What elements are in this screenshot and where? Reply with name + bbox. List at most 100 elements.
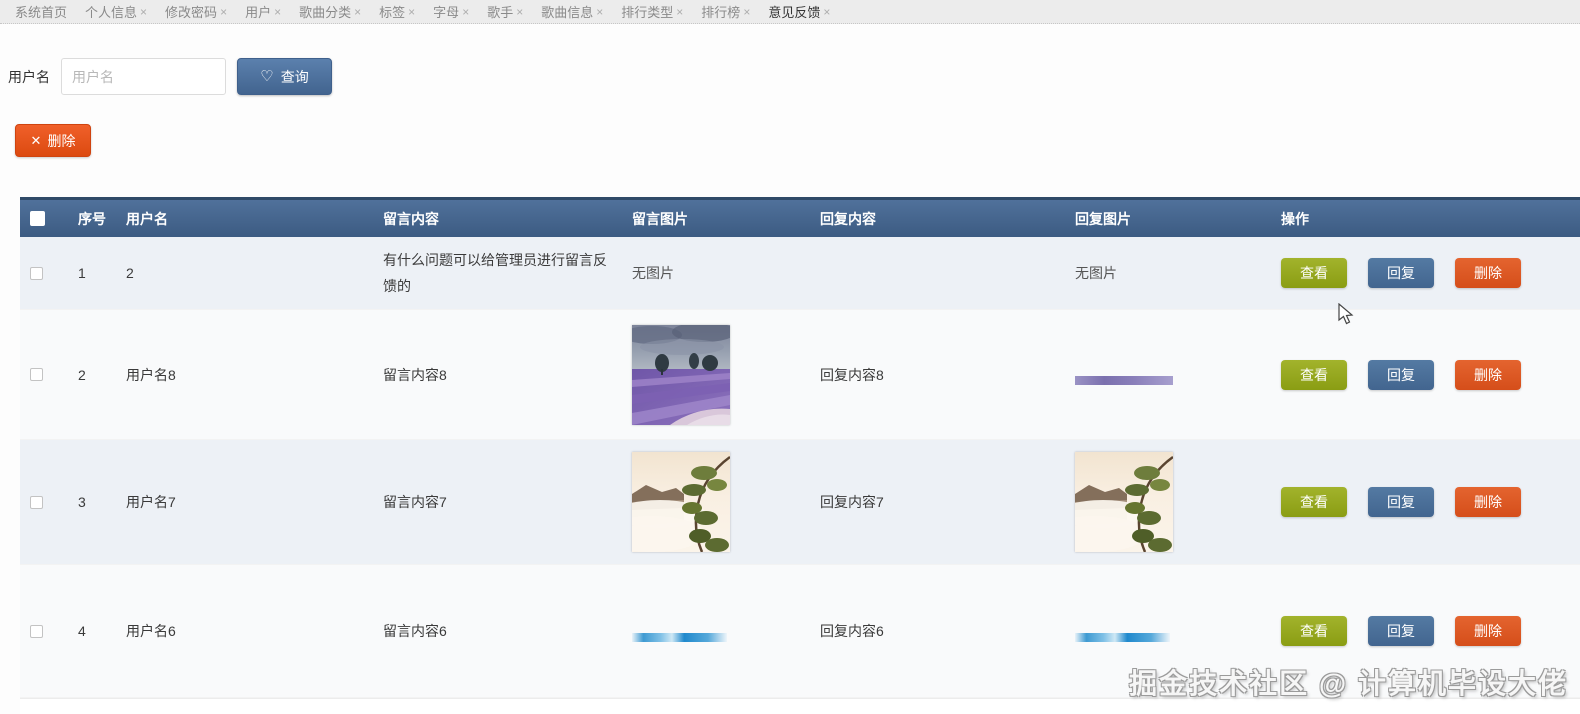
delete-row-button[interactable]: 删除: [1455, 359, 1521, 390]
no-image-text: 无图片: [1075, 265, 1117, 281]
tab-7[interactable]: 歌手 ×: [487, 2, 523, 21]
row-username: 用户名7: [126, 494, 176, 510]
row-operations: 查看 回复 删除: [1275, 359, 1580, 390]
search-form: 用户名 ♡ 查询: [8, 58, 1580, 95]
header-reply: 回复内容: [820, 210, 876, 227]
view-button[interactable]: 查看: [1281, 359, 1347, 390]
header-message-image: 留言图片: [632, 210, 688, 227]
row-reply: 回复内容8: [820, 366, 884, 383]
select-all-checkbox[interactable]: [30, 211, 45, 226]
row-checkbox[interactable]: [30, 266, 43, 280]
tab-3[interactable]: 用户 ×: [245, 2, 281, 21]
row-message-image-cell: 无图片: [632, 263, 820, 283]
heart-icon: ♡: [260, 68, 274, 85]
purple-strip-photo[interactable]: [1075, 376, 1173, 385]
tab-close-icon[interactable]: ×: [676, 5, 683, 19]
reply-button[interactable]: 回复: [1368, 359, 1434, 390]
mountain-pine-photo[interactable]: [1043, 452, 1174, 553]
table-row: 3 用户名7 留言内容7 回复内容7 查看 回复 删除: [20, 440, 1580, 565]
tab-8[interactable]: 歌曲信息 ×: [541, 2, 603, 21]
tab-close-icon[interactable]: ×: [408, 5, 415, 19]
tab-label: 修改密码: [165, 5, 218, 20]
tab-6[interactable]: 字母 ×: [433, 2, 469, 21]
tab-4[interactable]: 歌曲分类 ×: [299, 2, 361, 21]
bulk-delete-label: 删除: [47, 132, 76, 149]
tab-close-icon[interactable]: ×: [140, 5, 147, 19]
row-reply-image-cell: [1075, 621, 1275, 642]
row-checkbox[interactable]: [30, 624, 43, 638]
row-message-image-cell: [600, 452, 820, 553]
tab-label: 歌手: [487, 5, 514, 20]
row-message-image-cell: [632, 621, 820, 642]
tab-label: 排行榜: [701, 5, 741, 20]
reply-button[interactable]: 回复: [1368, 616, 1434, 646]
row-reply-image-cell: [1043, 452, 1275, 553]
reply-button[interactable]: 回复: [1368, 258, 1434, 288]
row-checkbox[interactable]: [30, 368, 43, 381]
bulk-delete-button[interactable]: ✕ 删除: [15, 124, 91, 157]
tab-label: 字母: [433, 5, 460, 20]
tab-11[interactable]: 意见反馈 ×: [768, 2, 830, 21]
tab-close-icon[interactable]: ×: [596, 5, 603, 19]
row-reply-image-cell: 无图片: [1075, 263, 1275, 283]
query-button[interactable]: ♡ 查询: [237, 58, 332, 95]
query-button-label: 查询: [280, 68, 309, 85]
row-reply-image-cell: [1075, 364, 1275, 385]
tab-label: 用户: [245, 5, 272, 20]
tab-10[interactable]: 排行榜 ×: [701, 2, 750, 21]
header-message: 留言内容: [383, 210, 439, 227]
table-row: 2 用户名8 留言内容8 回复内容8 查看 回复 删除: [20, 310, 1580, 440]
mountain-pine-photo[interactable]: [600, 452, 731, 553]
tab-close-icon[interactable]: ×: [354, 5, 361, 19]
delete-row-button[interactable]: 删除: [1455, 258, 1521, 288]
username-input[interactable]: [61, 58, 226, 95]
table-row: 1 2 有什么问题可以给管理员进行留言反馈的 无图片 无图片 查看 回复 删除: [20, 237, 1580, 310]
tab-close-icon[interactable]: ×: [274, 5, 281, 19]
sky-strip-photo[interactable]: [1075, 632, 1170, 642]
row-reply: 回复内容6: [820, 623, 884, 639]
tab-label: 歌曲信息: [541, 5, 594, 20]
tab-close-icon[interactable]: ×: [743, 5, 750, 19]
tab-close-icon[interactable]: ×: [516, 5, 523, 19]
tab-9[interactable]: 排行类型 ×: [621, 2, 683, 21]
lavender-field-photo[interactable]: [622, 321, 736, 425]
view-button[interactable]: 查看: [1281, 487, 1347, 517]
watermark-text: 掘金技术社区 @ 计算机毕设大佬: [1129, 668, 1568, 699]
row-message: 留言内容8: [383, 366, 447, 383]
tab-close-icon[interactable]: ×: [220, 5, 227, 19]
tab-label: 意见反馈: [768, 5, 821, 20]
sky-strip-photo[interactable]: [632, 632, 727, 642]
row-index: 3: [78, 494, 86, 510]
row-index: 1: [78, 265, 86, 281]
x-icon: ✕: [30, 133, 42, 148]
tab-label: 系统首页: [15, 5, 68, 20]
tab-close-icon[interactable]: ×: [462, 5, 469, 19]
row-reply: 回复内容7: [820, 494, 884, 510]
username-label: 用户名: [8, 68, 50, 85]
view-button[interactable]: 查看: [1281, 616, 1347, 646]
row-username: 2: [126, 265, 134, 281]
no-image-text: 无图片: [632, 265, 674, 281]
delete-row-button[interactable]: 删除: [1455, 616, 1521, 646]
tab-5[interactable]: 标签 ×: [379, 2, 415, 21]
header-index: 序号: [78, 210, 106, 227]
row-operations: 查看 回复 删除: [1275, 487, 1580, 517]
table-header: 序号 用户名 留言内容 留言图片 回复内容 回复图片 操作: [20, 197, 1580, 237]
table-body: 1 2 有什么问题可以给管理员进行留言反馈的 无图片 无图片 查看 回复 删除 …: [20, 237, 1580, 698]
header-operations: 操作: [1281, 210, 1309, 227]
header-username: 用户名: [126, 210, 168, 227]
header-reply-image: 回复图片: [1075, 210, 1131, 227]
row-message-image-cell: [622, 321, 820, 425]
view-button[interactable]: 查看: [1281, 258, 1347, 288]
delete-row-button[interactable]: 删除: [1455, 487, 1521, 517]
row-checkbox[interactable]: [30, 495, 43, 509]
tab-1[interactable]: 个人信息 ×: [85, 2, 147, 21]
feedback-table: 序号 用户名 留言内容 留言图片 回复内容 回复图片 操作 1 2 有什么问题可…: [20, 197, 1580, 714]
tab-2[interactable]: 修改密码 ×: [165, 2, 227, 21]
tab-0[interactable]: 系统首页: [15, 2, 67, 21]
tab-close-icon[interactable]: ×: [823, 5, 830, 19]
row-username: 用户名6: [126, 623, 176, 639]
main-content: 用户名 ♡ 查询 ✕ 删除 序号 用户名 留言内容 留言图片 回复内容 回复图片…: [0, 58, 1580, 714]
row-message: 有什么问题可以给管理员进行留言反馈的: [383, 252, 607, 294]
reply-button[interactable]: 回复: [1368, 487, 1434, 517]
